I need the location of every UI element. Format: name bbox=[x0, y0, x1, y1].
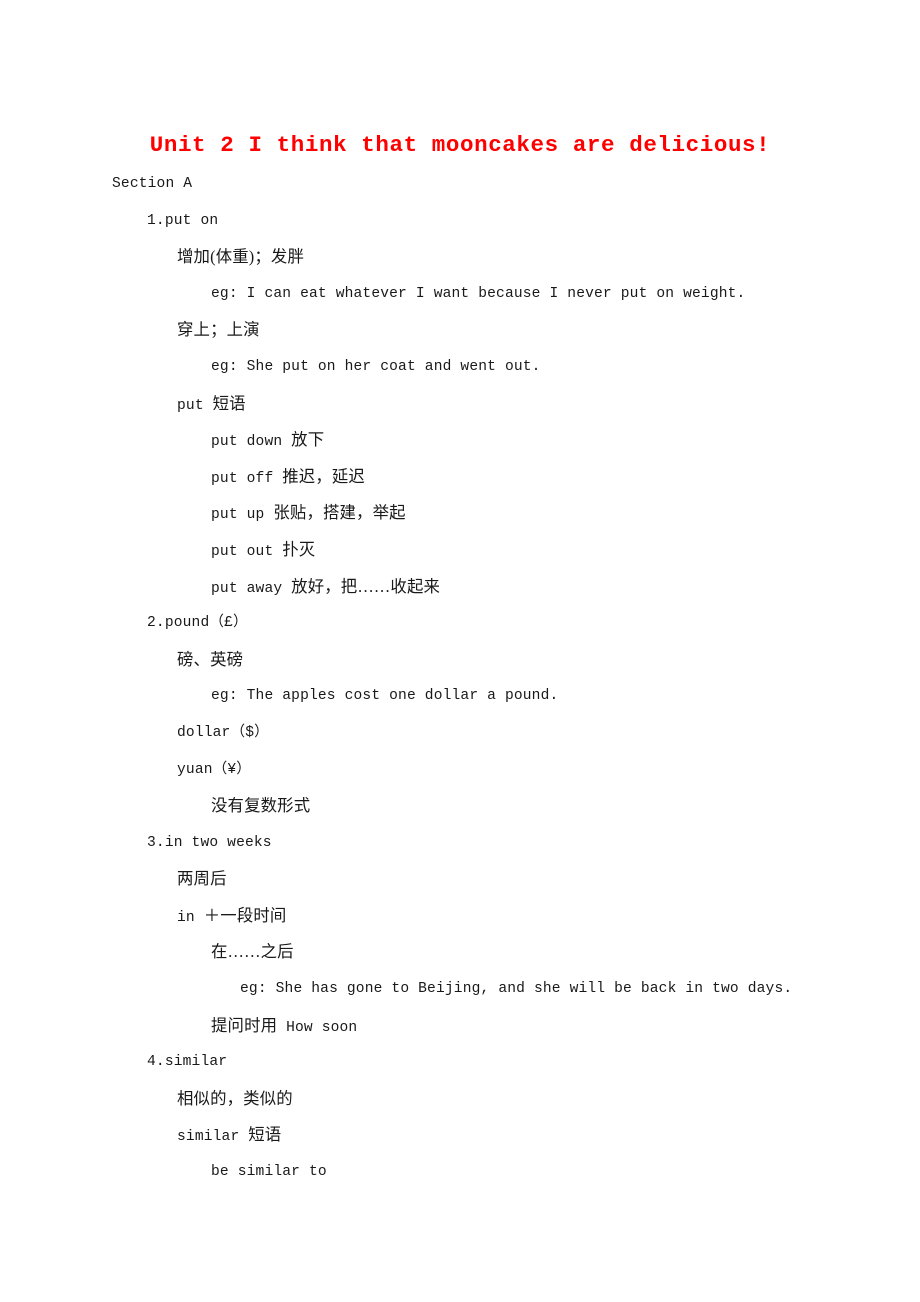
definition-line: put 短语 bbox=[177, 393, 246, 414]
document-page: Unit 2 I think that mooncakes are delici… bbox=[0, 0, 920, 1302]
page-title: Unit 2 I think that mooncakes are delici… bbox=[149, 132, 771, 159]
entry-heading: 3.in two weeks bbox=[147, 834, 272, 851]
definition-line: put up 张贴，搭建，举起 bbox=[211, 503, 406, 524]
definition-line: 两周后 bbox=[177, 869, 227, 889]
definition-line: 相似的，类似的 bbox=[177, 1088, 293, 1108]
definition-line: 穿上；上演 bbox=[177, 320, 260, 340]
example-line: eg: The apples cost one dollar a pound. bbox=[211, 688, 559, 705]
definition-line: put down 放下 bbox=[211, 430, 325, 451]
definition-line: 磅、英磅 bbox=[177, 649, 244, 669]
definition-line: yuan（¥） bbox=[177, 761, 252, 778]
example-line: eg: I can eat whatever I want because I … bbox=[211, 285, 746, 302]
definition-line: dollar（$） bbox=[177, 724, 269, 741]
definition-line: 在……之后 bbox=[211, 942, 294, 962]
entry-list: 1.put on 增加(体重)；发胖 eg: I can eat whatever … bbox=[0, 203, 920, 1191]
definition-line: put away 放好，把……收起来 bbox=[211, 576, 441, 597]
entry-heading: 2.pound（£） bbox=[147, 615, 248, 632]
definition-line: 增加(体重)；发胖 bbox=[177, 247, 305, 267]
definition-line: similar 短语 bbox=[177, 1125, 282, 1146]
example-line: eg: She has gone to Beijing, and she wil… bbox=[240, 981, 793, 998]
definition-line: be similar to bbox=[211, 1164, 327, 1181]
entry-heading: 1.put on bbox=[147, 212, 219, 229]
definition-line: 提问时用 How soon bbox=[211, 1015, 358, 1036]
definition-line: in ＋一段时间 bbox=[177, 905, 287, 926]
definition-line: 没有复数形式 bbox=[211, 796, 311, 816]
section-label: Section A bbox=[112, 176, 193, 192]
definition-line: put out 扑灭 bbox=[211, 539, 316, 560]
entry-heading: 4.similar bbox=[147, 1054, 228, 1071]
lesson-outline: Section A 1.put on 增加(体重)；发胖 eg: I can eat… bbox=[0, 166, 920, 1191]
example-line: eg: She put on her coat and went out. bbox=[211, 358, 541, 375]
definition-line: put off 推迟，延迟 bbox=[211, 466, 365, 487]
